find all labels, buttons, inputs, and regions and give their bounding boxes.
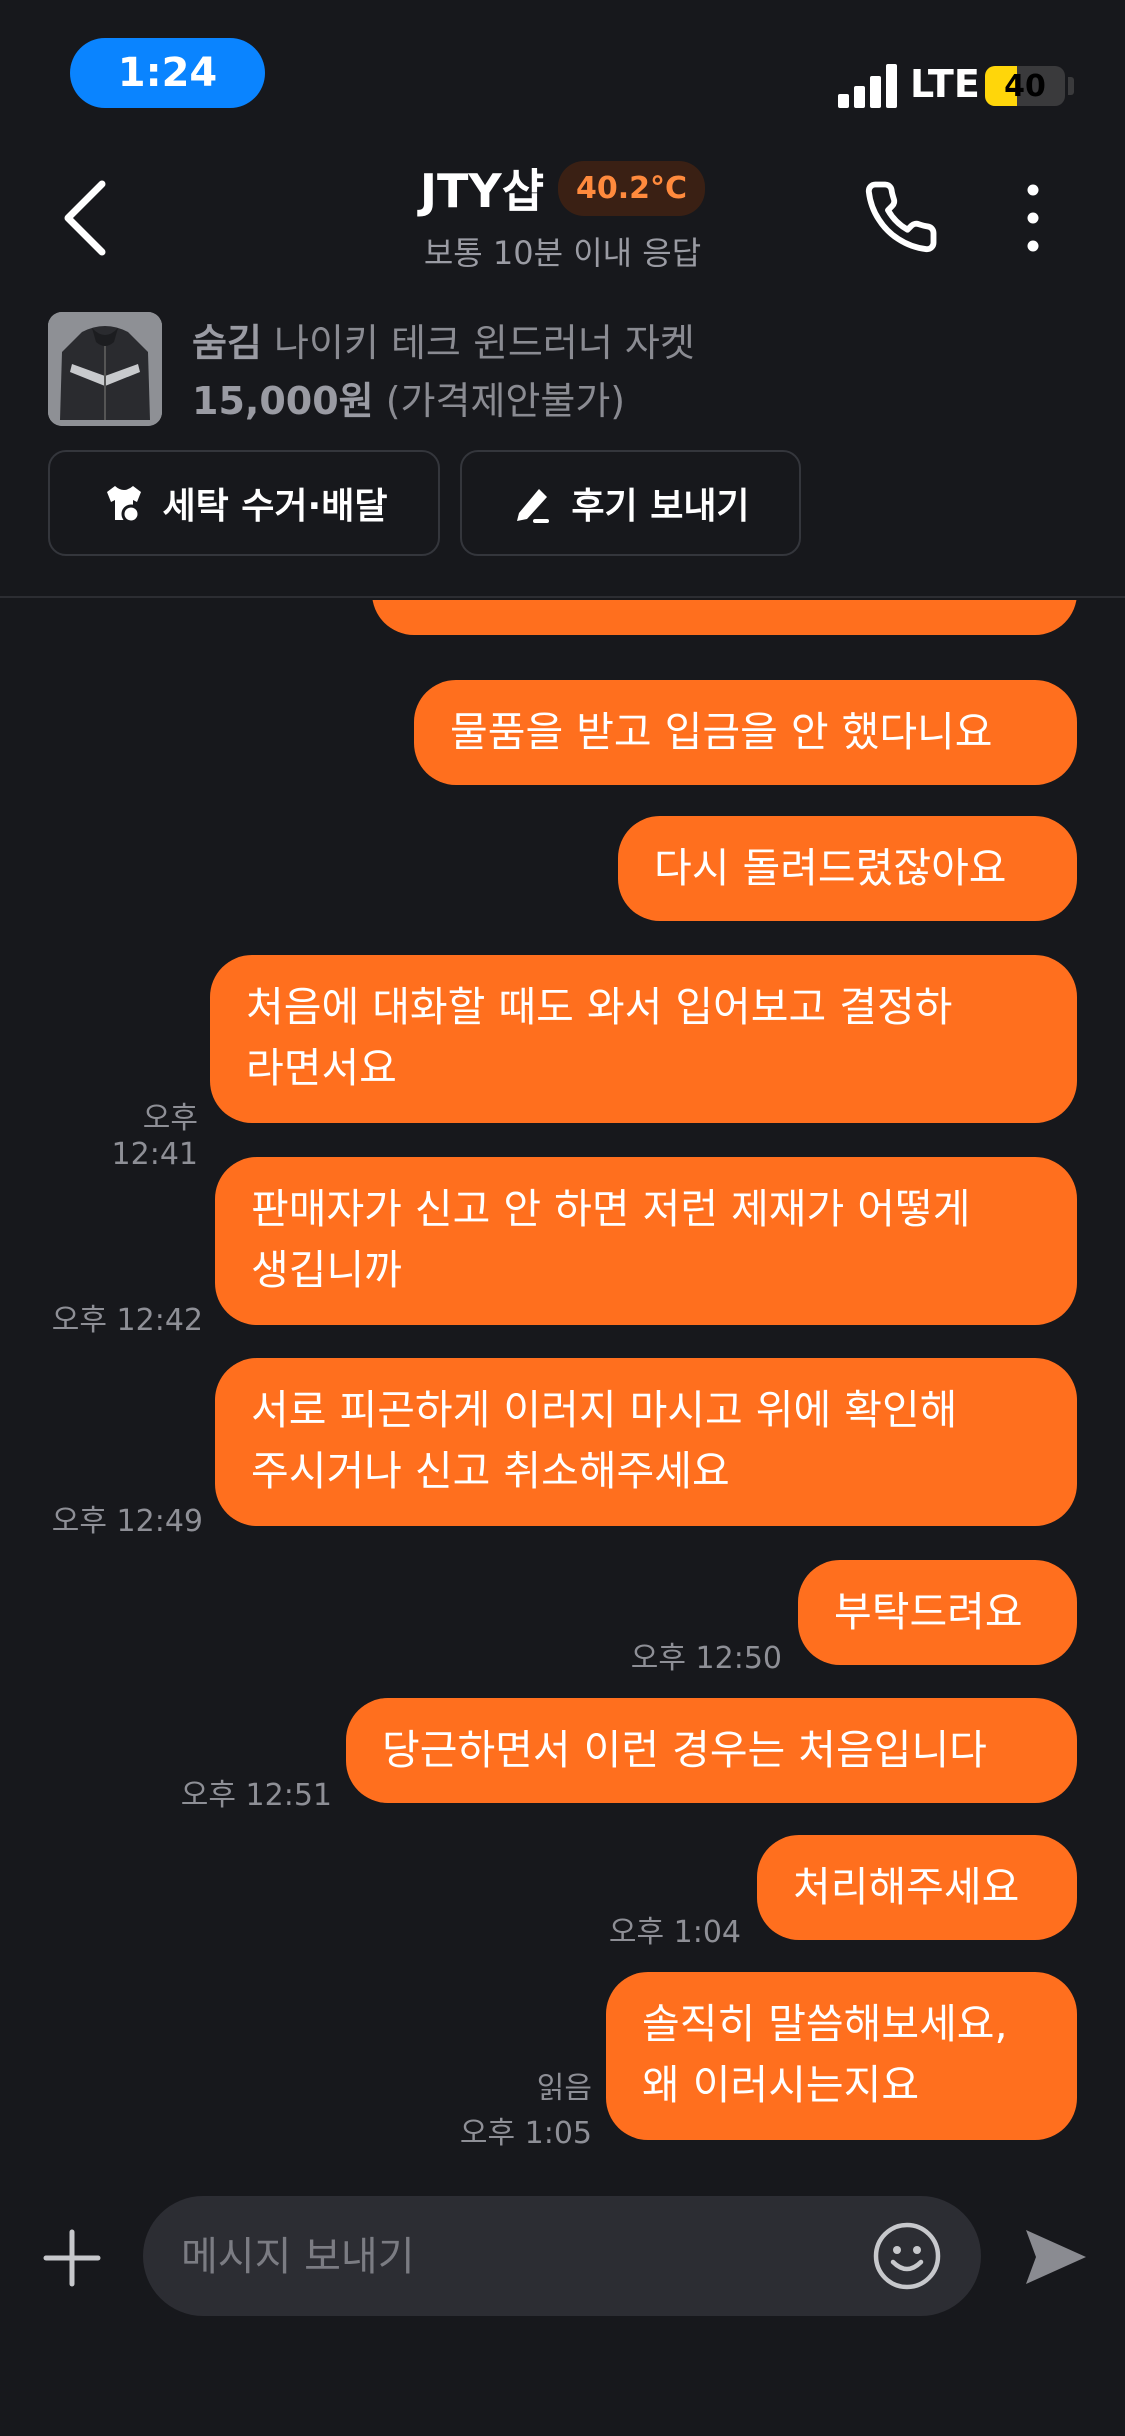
emoji-icon[interactable]	[871, 2220, 943, 2292]
battery-tip	[1068, 77, 1074, 95]
message-bubble[interactable]: 이게 제 입장에서 어이가 없잖아요	[372, 600, 1077, 635]
product-thumbnail[interactable]	[48, 312, 162, 426]
message-time: 오후 12:49	[51, 1504, 203, 1539]
send-icon[interactable]	[1020, 2222, 1090, 2292]
send-review-label: 후기 보내기	[571, 486, 750, 527]
message-time: 오후 1:05	[459, 2116, 592, 2151]
product-title-line[interactable]: 숨김 나이키 테크 윈드러너 자켓	[192, 312, 695, 367]
message-bubble[interactable]: 서로 피곤하게 이러지 마시고 위에 확인해 주시거나 신고 취소해주세요	[215, 1358, 1077, 1526]
message-time: 오후 12:50	[630, 1641, 782, 1676]
product-price: 15,000원	[192, 379, 374, 423]
message-line: 왜 이러시는지요	[642, 2061, 920, 2109]
manner-temperature-badge[interactable]: 40.2°C	[558, 160, 706, 216]
signal-strength-icon	[838, 62, 900, 108]
chat-title: JTY샵	[419, 164, 545, 218]
read-receipt: 읽음	[536, 2071, 592, 2106]
battery-icon: 40	[985, 66, 1065, 106]
network-type: LTE	[910, 62, 980, 106]
message-bubble[interactable]: 솔직히 말씀해보세요, 왜 이러시는지요	[606, 1972, 1077, 2140]
response-time: 보통 10분 이내 응답	[423, 234, 702, 272]
message-bubble[interactable]: 물품을 받고 입금을 안 했다니요	[414, 680, 1077, 785]
status-time: 1:24	[70, 38, 265, 108]
message-bubble[interactable]: 당근하면서 이런 경우는 처음입니다	[346, 1698, 1077, 1803]
message-bubble[interactable]: 다시 돌려드렸잖아요	[618, 816, 1077, 921]
message-line: 판매자가 신고 안 하면 저런 제재가 어떻게	[251, 1185, 971, 1233]
message-line: 생깁니까	[251, 1246, 402, 1294]
product-price-line: 15,000원 (가격제안불가)	[192, 370, 625, 425]
message-bubble[interactable]: 처리해주세요	[757, 1835, 1077, 1940]
message-bubble[interactable]: 부탁드려요	[798, 1560, 1077, 1665]
message-input[interactable]	[179, 2196, 783, 2318]
pencil-icon	[517, 489, 550, 523]
message-bubble[interactable]: 처음에 대화할 때도 와서 입어보고 결정하 라면서요	[210, 955, 1077, 1123]
message-line: 솔직히 말씀해보세요,	[642, 2000, 1008, 2048]
message-time: 오후 1:04	[608, 1915, 741, 1950]
header-divider	[0, 596, 1125, 598]
product-status: 숨김	[192, 321, 262, 365]
message-line: 처음에 대화할 때도 와서 입어보고 결정하	[246, 983, 953, 1031]
product-name: 나이키 테크 윈드러너 자켓	[274, 321, 695, 365]
phone-icon[interactable]	[862, 178, 940, 256]
laundry-shirt-icon	[106, 486, 141, 524]
laundry-delivery-button[interactable]: 세탁 수거·배달	[48, 450, 440, 556]
send-review-button[interactable]: 후기 보내기	[460, 450, 801, 556]
message-line: 라면서요	[246, 1044, 397, 1092]
plus-icon[interactable]	[42, 2228, 102, 2288]
message-time: 오후 12:51	[180, 1778, 332, 1813]
message-composer[interactable]	[143, 2196, 981, 2318]
battery-level: 40	[1004, 68, 1046, 104]
message-line: 주시거나 신고 취소해주세요	[251, 1447, 730, 1495]
message-bubble[interactable]: 판매자가 신고 안 하면 저런 제재가 어떻게 생깁니까	[215, 1157, 1077, 1325]
message-line: 서로 피곤하게 이러지 마시고 위에 확인해	[251, 1386, 958, 1434]
message-time: 오후 12:42	[51, 1303, 203, 1338]
price-note: (가격제안불가)	[385, 379, 626, 423]
more-vertical-icon[interactable]	[1018, 180, 1048, 256]
laundry-delivery-label: 세탁 수거·배달	[162, 486, 388, 527]
message-time: 오후 12:41	[111, 1101, 198, 1172]
chat-title-row: JTY샵 40.2°C	[0, 155, 1125, 221]
